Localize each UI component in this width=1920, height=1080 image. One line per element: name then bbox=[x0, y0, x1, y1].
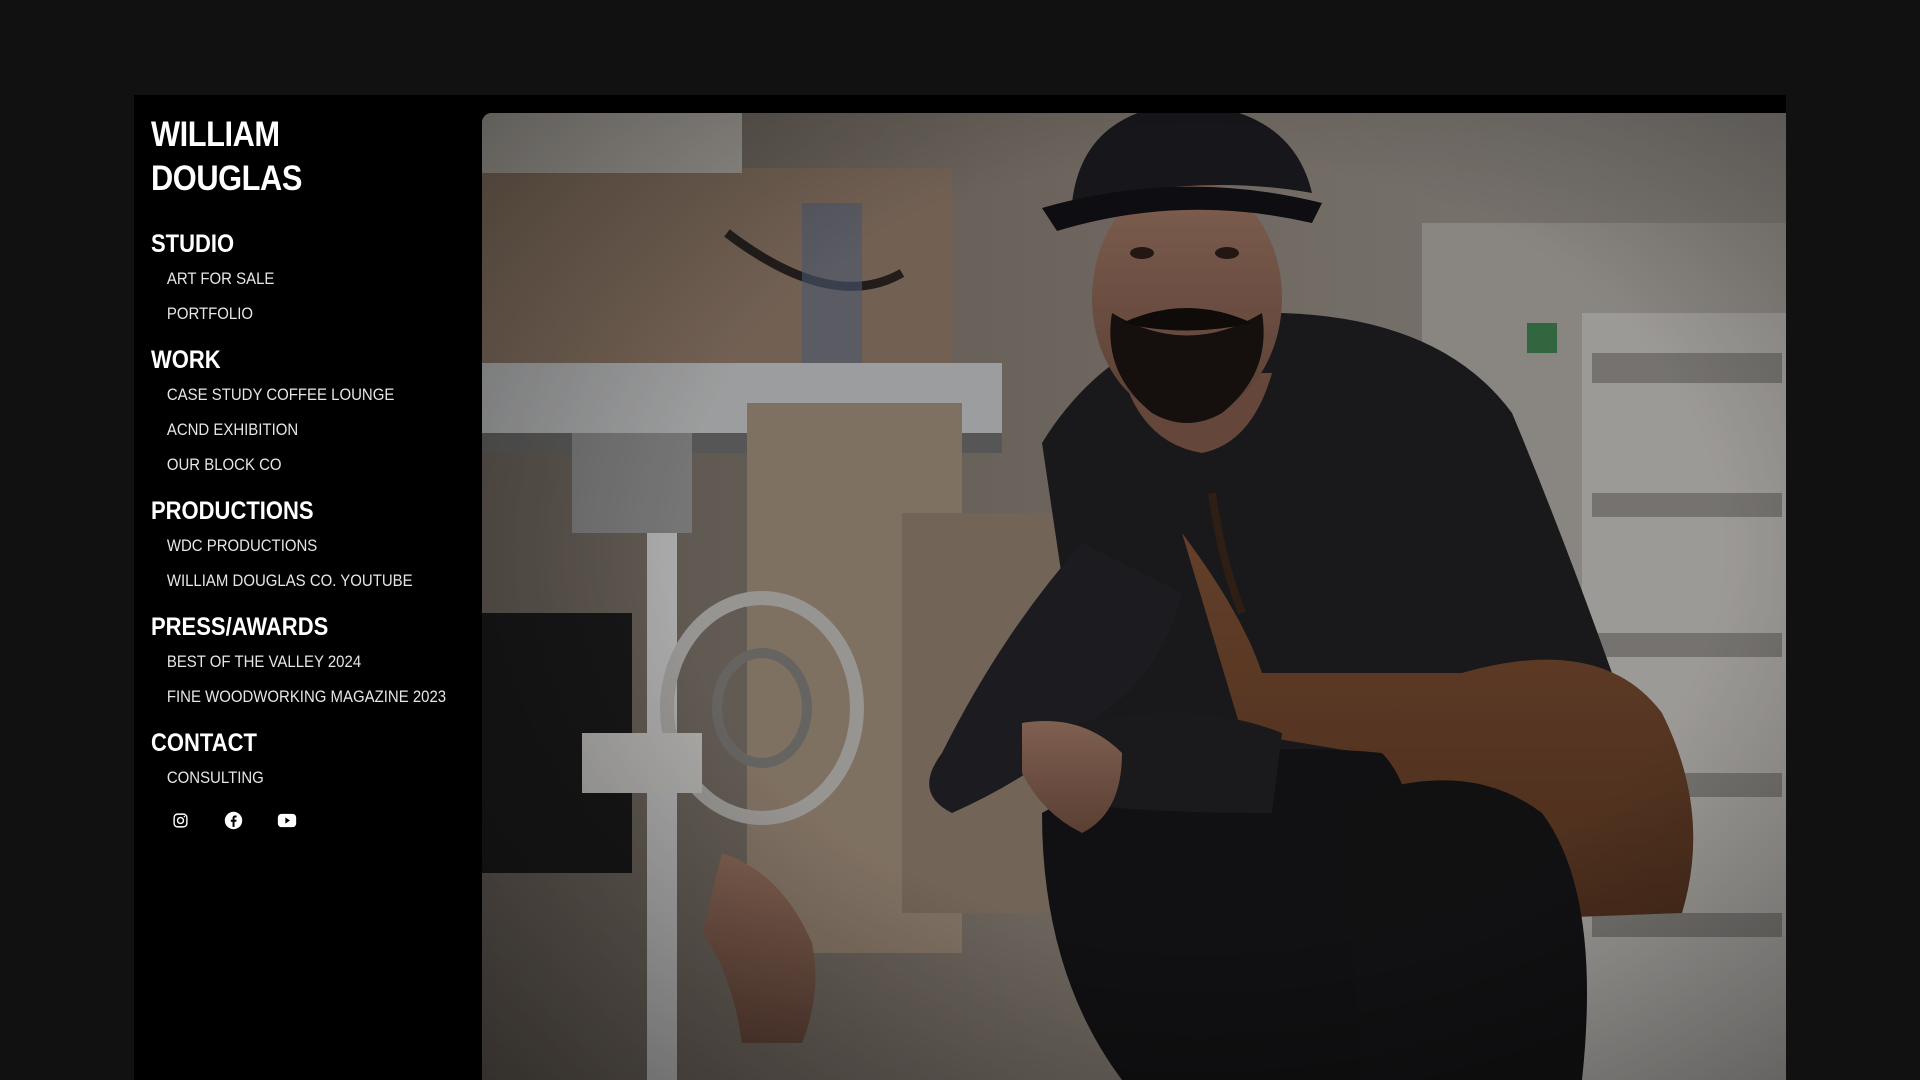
nav-heading-work[interactable]: WORK bbox=[151, 345, 433, 375]
nav-item-case-study-coffee-lounge[interactable]: CASE STUDY COFFEE LOUNGE bbox=[151, 377, 433, 412]
youtube-icon bbox=[277, 813, 296, 828]
nav-item-youtube-channel[interactable]: WILLIAM DOUGLAS CO. YOUTUBE bbox=[151, 563, 433, 598]
nav-item-acnd-exhibition[interactable]: ACND EXHIBITION bbox=[151, 412, 433, 447]
facebook-icon bbox=[224, 811, 243, 830]
youtube-link[interactable] bbox=[275, 809, 298, 832]
site-title-line-1[interactable]: WILLIAM bbox=[151, 113, 433, 157]
social-links bbox=[151, 809, 471, 832]
nav-section-press-awards: PRESS/AWARDS BEST OF THE VALLEY 2024 FIN… bbox=[151, 612, 471, 714]
nav-section-work: WORK CASE STUDY COFFEE LOUNGE ACND EXHIB… bbox=[151, 345, 471, 482]
nav-section-contact: CONTACT CONSULTING bbox=[151, 728, 471, 795]
nav-item-fine-woodworking[interactable]: FINE WOODWORKING MAGAZINE 2023 bbox=[151, 679, 446, 714]
facebook-link[interactable] bbox=[222, 809, 245, 832]
sidebar: WILLIAM DOUGLAS STUDIO ART FOR SALE PORT… bbox=[151, 113, 471, 832]
workshop-portrait-image bbox=[482, 113, 1786, 1080]
nav-item-consulting[interactable]: CONSULTING bbox=[151, 760, 433, 795]
nav-heading-press-awards[interactable]: PRESS/AWARDS bbox=[151, 612, 433, 642]
nav-section-productions: PRODUCTIONS WDC PRODUCTIONS WILLIAM DOUG… bbox=[151, 496, 471, 598]
nav-heading-productions[interactable]: PRODUCTIONS bbox=[151, 496, 433, 526]
nav-heading-studio[interactable]: STUDIO bbox=[151, 229, 433, 259]
nav-item-art-for-sale[interactable]: ART FOR SALE bbox=[151, 261, 433, 296]
nav-item-wdc-productions[interactable]: WDC PRODUCTIONS bbox=[151, 528, 433, 563]
site-title-line-2[interactable]: DOUGLAS bbox=[151, 157, 433, 201]
instagram-link[interactable] bbox=[169, 809, 192, 832]
site-title[interactable]: WILLIAM DOUGLAS bbox=[151, 113, 433, 201]
main-nav: STUDIO ART FOR SALE PORTFOLIO WORK CASE … bbox=[151, 229, 471, 795]
nav-section-studio: STUDIO ART FOR SALE PORTFOLIO bbox=[151, 229, 471, 331]
instagram-icon bbox=[173, 813, 188, 828]
hero-photo bbox=[482, 113, 1786, 1080]
site-frame: WILLIAM DOUGLAS STUDIO ART FOR SALE PORT… bbox=[134, 95, 1786, 1080]
nav-item-our-block-co[interactable]: OUR BLOCK CO bbox=[151, 447, 433, 482]
nav-item-portfolio[interactable]: PORTFOLIO bbox=[151, 296, 433, 331]
nav-heading-contact[interactable]: CONTACT bbox=[151, 728, 433, 758]
nav-item-best-of-the-valley[interactable]: BEST OF THE VALLEY 2024 bbox=[151, 644, 433, 679]
